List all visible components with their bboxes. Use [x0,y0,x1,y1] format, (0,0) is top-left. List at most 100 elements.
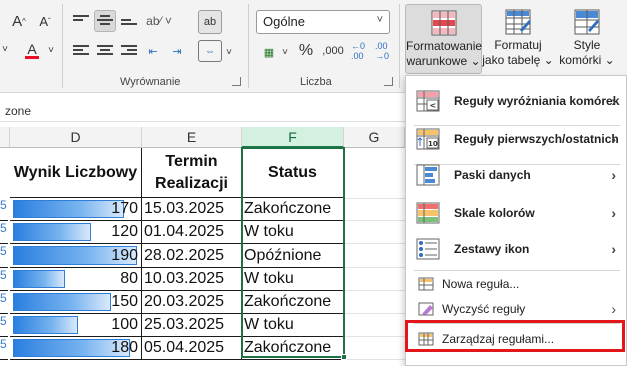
header-cell-score[interactable]: Wynik Liczbowy [10,148,142,198]
score-cell[interactable]: 170 [10,198,142,221]
merge-center-button[interactable]: ⇔ [198,40,222,62]
chevron-right-icon: › [611,93,616,109]
score-value: 170 [111,200,138,217]
menu-item-color-scales[interactable]: Skale kolorów › [406,195,626,231]
color-scales-icon [416,202,440,224]
alignment-dialog-launcher-icon[interactable] [232,77,241,86]
deadline-cell[interactable]: 05.04.2025 [142,337,242,360]
gridline [344,220,405,221]
font-dropdown-chevron-icon[interactable]: ˅ [0,40,10,58]
align-bottom-button[interactable] [118,10,140,32]
score-cell[interactable]: 180 [10,337,142,360]
format-as-table-label: Formatuj jako tabelę ⌄ [482,38,554,67]
decrease-font-size-button[interactable]: Aˇ [34,10,56,32]
score-cell[interactable]: 80 [10,268,142,291]
increase-font-size-button[interactable]: A ^ [8,10,30,32]
menu-item-label: Zestawy ikon [454,242,530,256]
align-center-button[interactable] [94,40,116,62]
row-stub: 5 [0,291,8,314]
font-color-button[interactable]: A [18,38,46,62]
highlight-box [405,320,625,352]
deadline-cell[interactable]: 10.03.2025 [142,268,242,291]
column-header-f[interactable]: F [242,127,344,148]
comma-style-button[interactable]: ,000 [320,40,346,62]
menu-item-data-bars[interactable]: Paski danych › [406,157,626,193]
status-cell[interactable]: W toku [242,221,344,244]
fill-handle[interactable] [341,354,347,360]
font-color-chevron-icon[interactable]: ˅ [46,42,56,58]
column-header-e[interactable]: E [142,127,242,148]
status-cell[interactable]: Opóźnione [242,244,344,268]
number-group-label: Liczba [300,76,332,88]
column-header-g[interactable]: G [344,127,405,148]
gridline [344,198,405,199]
chevron-right-icon: › [611,205,616,221]
align-left-button[interactable] [70,40,92,62]
increase-decimal-button[interactable]: ←0.00 [348,40,368,62]
chevron-down-icon: ˅ [376,14,383,26]
increase-indent-button[interactable]: ⇥ [166,40,188,62]
menu-item-clear-rules[interactable]: Wyczyść reguły › [406,297,626,321]
accounting-chevron-icon[interactable]: ˅ [280,44,290,60]
decrease-indent-button[interactable]: ⇤ [142,40,164,62]
gridline [344,336,405,337]
ribbon-separator [62,4,63,88]
row-stub: 5 [0,198,8,221]
deadline-cell[interactable]: 15.03.2025 [142,198,242,221]
menu-item-top-bottom-rules[interactable]: 10 Reguły pierwszych/ostatnich › [406,120,626,158]
number-format-dropdown[interactable]: Ogólne ˅ [256,10,390,34]
data-bar [13,200,124,218]
chevron-right-icon: › [611,167,616,183]
status-cell[interactable]: W toku [242,268,344,291]
chevron-right-icon: › [611,131,616,147]
column-header-d[interactable]: D [10,127,142,148]
column-header-corner [0,127,10,148]
status-cell[interactable]: Zakończone [242,198,344,221]
conditional-formatting-icon [431,10,457,36]
status-cell[interactable]: W toku [242,314,344,337]
score-value: 120 [111,223,138,240]
accounting-format-button[interactable]: ▦ [258,42,280,62]
orientation-button[interactable]: ab⁄ ˅ [144,10,174,32]
wrap-text-button[interactable]: ab [198,10,222,34]
score-value: 100 [111,316,138,333]
score-cell[interactable]: 150 [10,291,142,314]
chevron-down-icon: ⌄ [543,53,554,67]
percent-style-button[interactable]: % [296,40,316,62]
decrease-decimal-button[interactable]: .00 →0 [372,40,392,62]
cell-styles-button[interactable]: Style komórki ⌄ [556,4,618,74]
score-cell[interactable]: 190 [10,244,142,268]
data-bar [13,316,78,334]
gridline [344,290,405,291]
clear-rules-icon [418,302,434,316]
status-cell[interactable]: Zakończone [242,337,344,360]
chevron-down-icon: ⌄ [470,54,481,68]
score-cell[interactable]: 100 [10,314,142,337]
gridline [344,267,405,268]
score-cell[interactable]: 120 [10,221,142,244]
header-cell-status[interactable]: Status [242,148,344,198]
deadline-cell[interactable]: 25.03.2025 [142,314,242,337]
score-value: 180 [111,339,138,356]
header-cell-deadline[interactable]: Termin Realizacji [142,148,242,198]
menu-item-icon-sets[interactable]: Zestawy ikon › [406,231,626,267]
number-dialog-launcher-icon[interactable] [384,77,393,86]
conditional-formatting-button[interactable]: Formatowanie warunkowe ⌄ [405,4,482,74]
merge-chevron-icon[interactable]: ˅ [224,44,234,60]
name-box-text[interactable]: zone [5,104,31,118]
deadline-cell[interactable]: 28.02.2025 [142,244,242,268]
format-as-table-button[interactable]: Formatuj jako tabelę ⌄ [482,4,554,74]
row-stub: 5 [0,268,8,291]
highlight-rules-icon: < [416,90,440,112]
align-top-button[interactable] [70,10,92,32]
data-bar [13,223,91,241]
status-cell[interactable]: Zakończone [242,291,344,314]
menu-item-new-rule[interactable]: Nowa reguła... [406,272,626,296]
deadline-cell[interactable]: 20.03.2025 [142,291,242,314]
row-stub: 5 [0,314,8,337]
align-middle-button[interactable] [94,10,116,32]
deadline-cell[interactable]: 01.04.2025 [142,221,242,244]
align-right-button[interactable] [118,40,140,62]
score-value: 190 [111,246,138,264]
menu-item-highlight-rules[interactable]: < Reguły wyróżniania komórek › [406,82,626,120]
